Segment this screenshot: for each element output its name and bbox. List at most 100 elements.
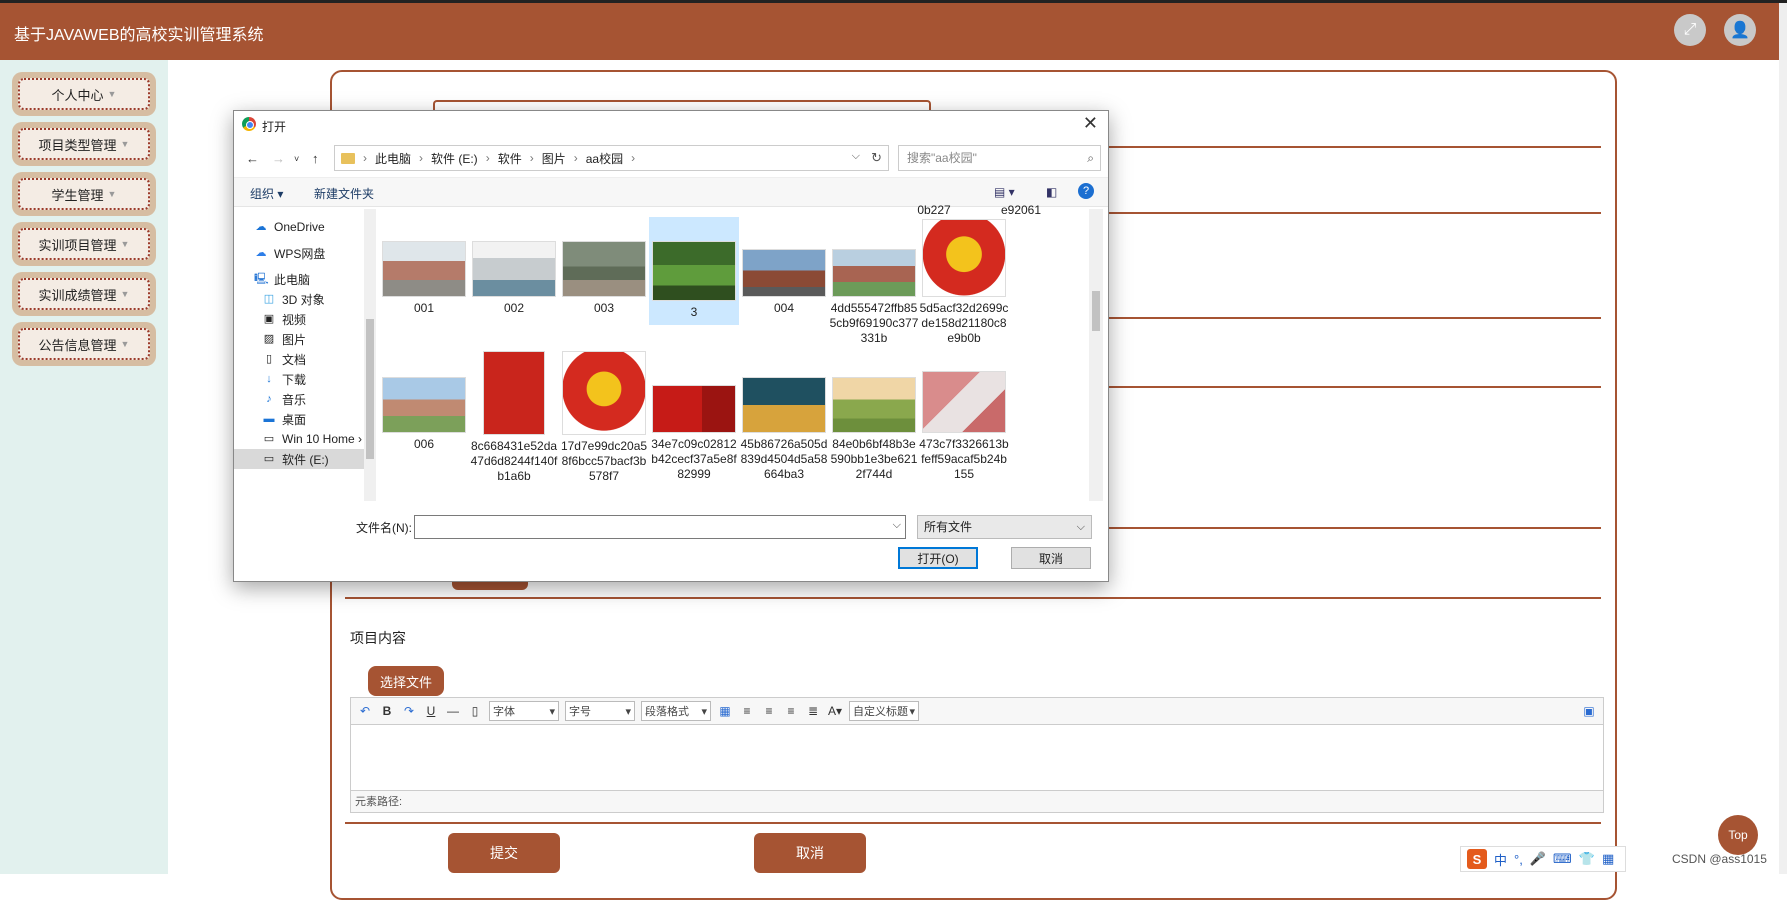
chevron-down-icon[interactable]: ⌵ bbox=[852, 150, 860, 163]
file-item[interactable]: 4dd555472ffb855cb9f69190c377331b bbox=[829, 229, 919, 346]
file-name: 84e0b6bf48b3e590bb1e3be6212f744d bbox=[830, 437, 918, 481]
nav-item-music[interactable]: ♪ 音乐 bbox=[234, 389, 364, 409]
file-item[interactable]: 006 bbox=[379, 365, 469, 452]
custom-title-select[interactable]: 自定义标题 ▾ bbox=[849, 701, 919, 721]
dialog-cancel-button[interactable]: 取消 bbox=[1011, 547, 1091, 569]
search-icon: ⌕ bbox=[1087, 151, 1094, 165]
chevron-down-icon[interactable]: ⌵ bbox=[893, 519, 901, 532]
scroll-thumb[interactable] bbox=[366, 319, 374, 459]
file-item[interactable]: 34e7c09c02812b42cecf37a5e8f82999 bbox=[649, 365, 739, 482]
nav-item-desktop[interactable]: ▬ 桌面 bbox=[234, 409, 364, 429]
size-select[interactable]: 字号 ▾ bbox=[565, 701, 635, 721]
breadcrumb-item[interactable]: 此电脑 bbox=[375, 150, 411, 167]
open-button[interactable]: 打开(O) bbox=[898, 547, 978, 569]
forward-arrow-icon[interactable]: → bbox=[272, 151, 285, 166]
address-bar[interactable]: › 此电脑 › 软件 (E:) › 软件 › 图片 › aa校园 › ⌵ ↻ bbox=[334, 145, 889, 171]
scroll-thumb[interactable] bbox=[1092, 291, 1100, 331]
keyboard-icon[interactable]: ⌨ bbox=[1553, 851, 1572, 867]
nav-item-onedrive[interactable]: ☁ OneDrive bbox=[234, 217, 364, 237]
bold-icon[interactable]: B bbox=[379, 704, 395, 718]
file-item[interactable]: 17d7e99dc20a58f6bcc57bacf3b578f7 bbox=[559, 351, 649, 484]
paragraph-select-label: 段落格式 bbox=[645, 706, 689, 718]
breadcrumb-item[interactable]: aa校园 bbox=[586, 150, 623, 167]
file-item[interactable]: 002 bbox=[469, 229, 559, 316]
file-item[interactable]: 5d5acf32d2699cde158d21180c8e9b0b bbox=[919, 219, 1009, 346]
align-left-icon[interactable]: ≡ bbox=[739, 704, 755, 718]
source-view-icon[interactable]: ▣ bbox=[1581, 704, 1597, 718]
skin-icon[interactable]: 👕 bbox=[1579, 851, 1595, 867]
user-icon[interactable]: 👤 bbox=[1724, 14, 1756, 46]
nav-item-wps[interactable]: ☁ WPS网盘 bbox=[234, 243, 364, 263]
page-scrollbar[interactable] bbox=[1779, 60, 1787, 874]
view-options-icon[interactable]: ▤ ▾ bbox=[994, 185, 1015, 199]
sidebar-item-project-type[interactable]: 项目类型管理 ▼ bbox=[12, 122, 156, 166]
nav-item-pictures[interactable]: ▨ 图片 bbox=[234, 329, 364, 349]
font-select[interactable]: 字体 ▾ bbox=[489, 701, 559, 721]
up-arrow-icon[interactable]: ↑ bbox=[312, 151, 319, 166]
expand-icon[interactable]: ⤢ bbox=[1674, 14, 1706, 46]
caret-down-icon: ▾ bbox=[701, 705, 707, 718]
file-name: 45b86726a505d839d4504d5a58664ba3 bbox=[740, 437, 828, 481]
preview-pane-icon[interactable]: ◧ bbox=[1046, 185, 1057, 199]
sidebar-item-announcements[interactable]: 公告信息管理 ▼ bbox=[12, 322, 156, 366]
grid-icon[interactable]: ▦ bbox=[1602, 851, 1614, 867]
sidebar-item-training-projects[interactable]: 实训项目管理 ▼ bbox=[12, 222, 156, 266]
microphone-icon[interactable]: 🎤 bbox=[1530, 851, 1546, 867]
back-to-top-button[interactable]: Top bbox=[1718, 815, 1758, 855]
page-icon[interactable]: ▯ bbox=[467, 704, 483, 718]
file-item-selected[interactable]: 3 bbox=[649, 217, 739, 325]
file-item[interactable]: 8c668431e52da47d6d8244f140fb1a6b bbox=[469, 351, 559, 484]
refresh-icon[interactable]: ↻ bbox=[871, 150, 882, 166]
file-item[interactable]: 0b227 bbox=[889, 205, 979, 218]
horizontal-rule-icon[interactable]: — bbox=[445, 704, 461, 718]
recent-dropdown-icon[interactable]: ˅ bbox=[294, 154, 299, 164]
nav-item-win10[interactable]: ▭ Win 10 Home › bbox=[234, 429, 364, 449]
paragraph-select[interactable]: 段落格式 ▾ bbox=[641, 701, 711, 721]
underline-icon[interactable]: U bbox=[423, 704, 439, 718]
nav-item-videos[interactable]: ▣ 视频 bbox=[234, 309, 364, 329]
nav-item-this-pc[interactable]: 🖳 此电脑 bbox=[234, 269, 364, 289]
close-icon[interactable]: ✕ bbox=[1083, 113, 1098, 134]
nav-item-documents[interactable]: ▯ 文档 bbox=[234, 349, 364, 369]
punctuation-icon[interactable]: °, bbox=[1514, 852, 1523, 867]
sogou-logo-icon[interactable]: S bbox=[1467, 849, 1487, 869]
cancel-button[interactable]: 取消 bbox=[754, 833, 866, 873]
sidebar-item-personal[interactable]: 个人中心 ▼ bbox=[12, 72, 156, 116]
breadcrumb-item[interactable]: 软件 (E:) bbox=[431, 150, 478, 167]
nav-item-drive-e[interactable]: ▭ 软件 (E:) bbox=[234, 449, 364, 469]
undo-icon[interactable]: ↶ bbox=[357, 704, 373, 718]
search-input[interactable]: 搜索"aa校园" ⌕ bbox=[898, 145, 1101, 171]
file-item[interactable]: 003 bbox=[559, 229, 649, 316]
file-item[interactable]: 473c7f3326613bfeff59acaf5b24b155 bbox=[919, 365, 1009, 482]
help-icon[interactable]: ? bbox=[1078, 183, 1094, 199]
breadcrumb-item[interactable]: 软件 bbox=[498, 150, 522, 167]
font-color-icon[interactable]: A▾ bbox=[827, 704, 843, 718]
redo-icon[interactable]: ↷ bbox=[401, 704, 417, 718]
align-right-icon[interactable]: ≡ bbox=[761, 704, 777, 718]
nav-item-downloads[interactable]: ↓ 下载 bbox=[234, 369, 364, 389]
choose-file-button[interactable]: 选择文件 bbox=[368, 666, 444, 696]
drive-icon: ▭ bbox=[263, 453, 275, 465]
file-item[interactable]: e92061 bbox=[976, 205, 1066, 218]
align-justify-icon[interactable]: ≣ bbox=[805, 704, 821, 718]
table-icon[interactable]: ▦ bbox=[717, 704, 733, 718]
new-folder-button[interactable]: 新建文件夹 bbox=[314, 185, 374, 202]
file-name: 34e7c09c02812b42cecf37a5e8f82999 bbox=[651, 437, 737, 481]
organize-button[interactable]: 组织 ▾ bbox=[250, 185, 283, 202]
file-item[interactable]: 004 bbox=[739, 229, 829, 316]
nav-item-3d[interactable]: ◫ 3D 对象 bbox=[234, 289, 364, 309]
breadcrumb-item[interactable]: 图片 bbox=[542, 150, 566, 167]
nav-pane-scrollbar[interactable] bbox=[364, 209, 376, 501]
file-item[interactable]: 45b86726a505d839d4504d5a58664ba3 bbox=[739, 365, 829, 482]
file-item[interactable]: 001 bbox=[379, 229, 469, 316]
file-type-select[interactable]: 所有文件 ⌵ bbox=[917, 515, 1092, 539]
sidebar-item-students[interactable]: 学生管理 ▼ bbox=[12, 172, 156, 216]
ime-mode[interactable]: 中 bbox=[1494, 850, 1507, 869]
filename-input[interactable]: ⌵ bbox=[414, 515, 906, 539]
align-center-icon[interactable]: ≡ bbox=[783, 704, 799, 718]
submit-button[interactable]: 提交 bbox=[448, 833, 560, 873]
file-item[interactable]: 84e0b6bf48b3e590bb1e3be6212f744d bbox=[829, 365, 919, 482]
sidebar-item-training-scores[interactable]: 实训成绩管理 ▼ bbox=[12, 272, 156, 316]
file-list-scrollbar[interactable] bbox=[1089, 209, 1103, 501]
back-arrow-icon[interactable]: ← bbox=[246, 151, 259, 166]
